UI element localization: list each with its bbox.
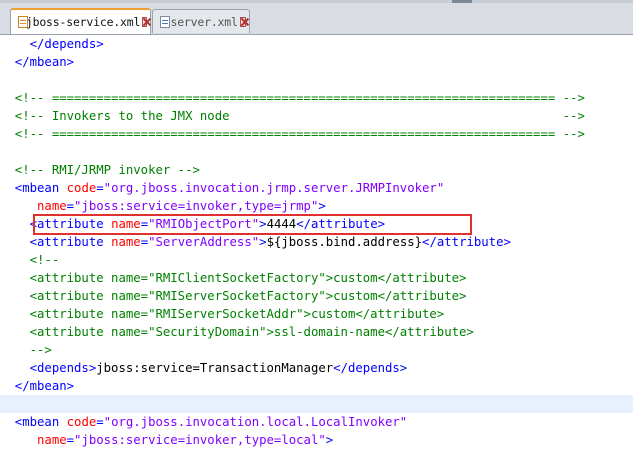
code-line[interactable]: <attribute name="RMIClientSocketFactory"… [0,269,633,287]
code-token: ${jboss.bind.address} [266,235,423,249]
tab-label: server.xml [170,14,238,29]
code-token: code [66,181,97,195]
code-token: <attribute name="RMIServerSocketAddr">cu… [0,307,445,321]
code-token: = [66,199,75,213]
code-token: name [111,235,141,249]
scroll-knob[interactable] [452,0,472,3]
tab-label: jboss-service.xml [25,15,141,29]
code-line[interactable]: <mbean code="org.jboss.invocation.jrmp.s… [0,179,633,197]
code-line[interactable]: <mbean code="org.jboss.invocation.local.… [0,413,633,431]
close-tab-icon[interactable] [142,17,147,27]
code-line[interactable]: <!-- RMI/JRMP invoker --> [0,161,633,179]
code-token: <mbean [0,181,67,195]
code-token: name [0,199,67,213]
code-token: = [140,235,149,249]
code-line[interactable]: <attribute name="RMIServerSocketFactory"… [0,287,633,305]
code-token: = [96,415,104,429]
code-token: <!-- Invokers to the JMX node --> [0,109,585,123]
xml-file-icon [158,15,170,29]
code-line[interactable]: <attribute name="SecurityDomain">ssl-dom… [0,323,633,341]
code-line[interactable]: <!-- ===================================… [0,125,633,143]
code-token: "org.jboss.invocation.local.LocalInvoker… [103,415,408,429]
code-token: code [66,415,97,429]
code-token: > [259,235,267,249]
code-editor[interactable]: </depends> </mbean> <!-- ===============… [0,35,633,447]
code-line[interactable] [0,143,633,161]
code-line[interactable]: <!-- [0,251,633,269]
code-line[interactable]: --> [0,341,633,359]
code-token: </mbean> [0,55,75,69]
code-token: <!-- ===================================… [0,127,585,141]
code-token: <attribute name="RMIClientSocketFactory"… [0,271,467,285]
code-line[interactable] [0,71,633,89]
tab-bar: jboss-service.xml server.xml [0,0,633,35]
code-token: </depends> [0,37,104,51]
code-token: </depends> [333,361,408,375]
code-line[interactable]: name="jboss:service=invoker,type=jrmp"> [0,197,633,215]
code-token: "jboss:service=invoker,type=jrmp" [74,199,319,213]
tab-jboss-service-xml[interactable]: jboss-service.xml [10,8,151,34]
code-token: "ServerAddress" [148,235,260,249]
top-scroll-strip [0,0,633,3]
code-token: </attribute> [422,235,511,249]
highlight-rmiobjectport-box [33,214,472,235]
code-line[interactable]: <!-- ===================================… [0,89,633,107]
code-line[interactable] [0,395,633,413]
code-line[interactable]: </mbean> [0,53,633,71]
code-token: <attribute name="SecurityDomain">ssl-dom… [0,325,474,339]
code-token: = [96,181,104,195]
code-token: <!-- ===================================… [0,91,585,105]
code-token: --> [0,343,52,357]
code-token: </mbean> [0,379,75,393]
code-token: > [318,199,326,213]
code-token: jboss:service=TransactionManager [96,361,334,375]
code-token: <attribute [0,235,112,249]
code-line[interactable]: <attribute name="RMIServerSocketAddr">cu… [0,305,633,323]
code-line[interactable]: <!-- Invokers to the JMX node --> [0,107,633,125]
code-token: "org.jboss.invocation.jrmp.server.JRMPIn… [103,181,445,195]
close-tab-icon[interactable] [239,16,246,27]
code-line[interactable]: name="jboss:service=invoker,type=local"> [0,431,633,449]
xml-file-icon [16,15,28,29]
code-line[interactable]: <attribute name="ServerAddress">${jboss.… [0,233,633,251]
tab-server-xml[interactable]: server.xml [152,9,250,33]
code-token: <!-- [0,253,60,267]
code-line[interactable]: <depends>jboss:service=TransactionManage… [0,359,633,377]
code-token: <mbean [0,415,67,429]
code-token: <depends> [0,361,97,375]
code-line[interactable]: </depends> [0,35,633,53]
code-line[interactable]: </mbean> [0,377,633,395]
code-token: <attribute name="RMIServerSocketFactory"… [0,289,467,303]
code-token: <!-- RMI/JRMP invoker --> [0,163,200,177]
